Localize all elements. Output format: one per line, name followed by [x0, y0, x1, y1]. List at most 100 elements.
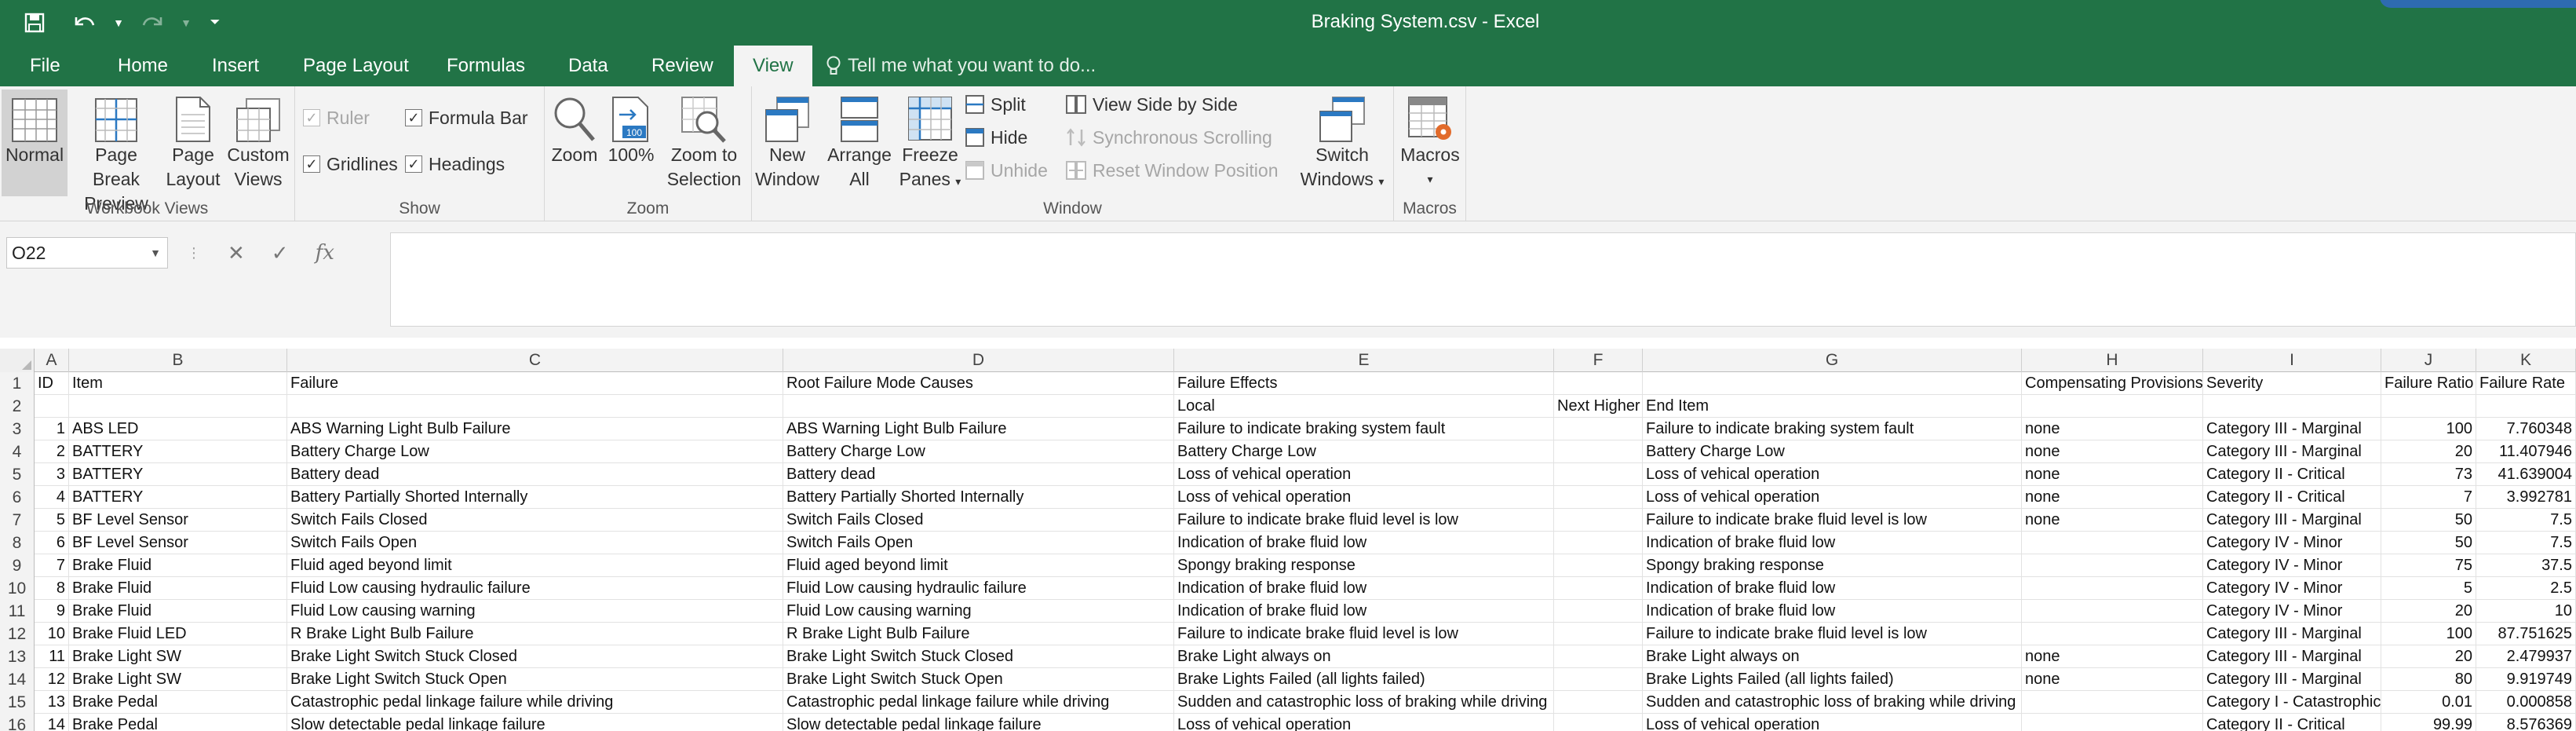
cell-f2[interactable]: Next Higher	[1554, 395, 1643, 418]
cell-a14[interactable]: 12	[35, 668, 69, 691]
cell-g6[interactable]: Loss of vehical operation	[1643, 486, 2022, 509]
macros-button[interactable]: Macros ▾	[1396, 90, 1465, 192]
headings-checkbox[interactable]: ✓ Headings	[405, 151, 505, 177]
formula-input[interactable]	[390, 232, 2576, 327]
cell-h6[interactable]: none	[2022, 486, 2203, 509]
cell-a13[interactable]: 11	[35, 645, 69, 668]
cell-i5[interactable]: Category II - Critical	[2203, 463, 2381, 486]
cell-i10[interactable]: Category IV - Minor	[2203, 577, 2381, 600]
row-header[interactable]: 3	[0, 418, 35, 440]
cell-c14[interactable]: Brake Light Switch Stuck Open	[287, 668, 783, 691]
cell-d9[interactable]: Fluid aged beyond limit	[783, 554, 1174, 577]
name-box-dropdown-icon[interactable]: ▼	[150, 238, 161, 268]
gridlines-checkbox[interactable]: ✓ Gridlines	[303, 151, 398, 177]
cell-k9[interactable]: 37.5	[2476, 554, 2576, 577]
cell-a5[interactable]: 3	[35, 463, 69, 486]
zoom-100-button[interactable]: 100 100%	[604, 90, 658, 167]
cell-c13[interactable]: Brake Light Switch Stuck Closed	[287, 645, 783, 668]
tab-page-layout[interactable]: Page Layout	[303, 46, 409, 86]
cell-f1[interactable]	[1554, 372, 1643, 395]
cell-j14[interactable]: 80	[2381, 668, 2476, 691]
cell-j15[interactable]: 0.01	[2381, 691, 2476, 714]
cell-g5[interactable]: Loss of vehical operation	[1643, 463, 2022, 486]
account-area[interactable]	[2380, 0, 2576, 8]
cell-i3[interactable]: Category III - Marginal	[2203, 418, 2381, 440]
row-header[interactable]: 5	[0, 463, 35, 486]
cell-f7[interactable]	[1554, 509, 1643, 532]
column-header-g[interactable]: G	[1643, 349, 2022, 372]
cell-a4[interactable]: 2	[35, 440, 69, 463]
cell-b5[interactable]: BATTERY	[69, 463, 287, 486]
row-header[interactable]: 15	[0, 691, 35, 714]
custom-views-button[interactable]: Custom Views	[223, 90, 294, 192]
cell-e6[interactable]: Loss of vehical operation	[1174, 486, 1554, 509]
cell-g12[interactable]: Failure to indicate brake fluid level is…	[1643, 623, 2022, 645]
cell-j3[interactable]: 100	[2381, 418, 2476, 440]
cell-f8[interactable]	[1554, 532, 1643, 554]
cell-i13[interactable]: Category III - Marginal	[2203, 645, 2381, 668]
cell-j10[interactable]: 5	[2381, 577, 2476, 600]
normal-view-button[interactable]: Normal	[2, 90, 68, 196]
cell-g7[interactable]: Failure to indicate brake fluid level is…	[1643, 509, 2022, 532]
column-header-e[interactable]: E	[1174, 349, 1554, 372]
formula-bar-checkbox[interactable]: ✓ Formula Bar	[405, 104, 528, 131]
cell-d15[interactable]: Catastrophic pedal linkage failure while…	[783, 691, 1174, 714]
cell-a6[interactable]: 4	[35, 486, 69, 509]
cell-b13[interactable]: Brake Light SW	[69, 645, 287, 668]
row-header[interactable]: 13	[0, 645, 35, 668]
cell-h10[interactable]	[2022, 577, 2203, 600]
cell-d11[interactable]: Fluid Low causing warning	[783, 600, 1174, 623]
cell-c7[interactable]: Switch Fails Closed	[287, 509, 783, 532]
cell-h12[interactable]	[2022, 623, 2203, 645]
cell-b7[interactable]: BF Level Sensor	[69, 509, 287, 532]
cell-b14[interactable]: Brake Light SW	[69, 668, 287, 691]
cell-a3[interactable]: 1	[35, 418, 69, 440]
cell-f9[interactable]	[1554, 554, 1643, 577]
cell-h3[interactable]: none	[2022, 418, 2203, 440]
cell-f6[interactable]	[1554, 486, 1643, 509]
cell-k4[interactable]: 11.407946	[2476, 440, 2576, 463]
column-header-c[interactable]: C	[287, 349, 783, 372]
column-header-b[interactable]: B	[69, 349, 287, 372]
page-break-preview-button[interactable]: Page Break Preview	[69, 90, 163, 216]
cell-c6[interactable]: Battery Partially Shorted Internally	[287, 486, 783, 509]
cell-f4[interactable]	[1554, 440, 1643, 463]
arrange-all-button[interactable]: Arrange All	[824, 90, 895, 192]
tab-file[interactable]: File	[30, 46, 60, 86]
column-header-h[interactable]: H	[2022, 349, 2203, 372]
cell-b3[interactable]: ABS LED	[69, 418, 287, 440]
cell-g9[interactable]: Spongy braking response	[1643, 554, 2022, 577]
split-button[interactable]: Split	[965, 91, 1026, 118]
cell-k6[interactable]: 3.992781	[2476, 486, 2576, 509]
cell-f10[interactable]	[1554, 577, 1643, 600]
cell-k2[interactable]	[2476, 395, 2576, 418]
cell-e8[interactable]: Indication of brake fluid low	[1174, 532, 1554, 554]
column-header-j[interactable]: J	[2381, 349, 2476, 372]
cell-c12[interactable]: R Brake Light Bulb Failure	[287, 623, 783, 645]
cell-h2[interactable]	[2022, 395, 2203, 418]
cell-k8[interactable]: 7.5	[2476, 532, 2576, 554]
cell-a7[interactable]: 5	[35, 509, 69, 532]
cell-e2[interactable]: Local	[1174, 395, 1554, 418]
cell-d6[interactable]: Battery Partially Shorted Internally	[783, 486, 1174, 509]
select-all-corner[interactable]	[0, 349, 35, 372]
cell-j6[interactable]: 7	[2381, 486, 2476, 509]
cell-d14[interactable]: Brake Light Switch Stuck Open	[783, 668, 1174, 691]
cell-j1[interactable]: Failure Ratio	[2381, 372, 2476, 395]
cell-k12[interactable]: 87.751625	[2476, 623, 2576, 645]
cell-d7[interactable]: Switch Fails Closed	[783, 509, 1174, 532]
cell-a8[interactable]: 6	[35, 532, 69, 554]
cell-h8[interactable]	[2022, 532, 2203, 554]
cell-a11[interactable]: 9	[35, 600, 69, 623]
cell-f14[interactable]	[1554, 668, 1643, 691]
synchronous-scrolling-button[interactable]: Synchronous Scrolling	[1066, 124, 1272, 151]
cell-i2[interactable]	[2203, 395, 2381, 418]
cell-j13[interactable]: 20	[2381, 645, 2476, 668]
row-header[interactable]: 7	[0, 509, 35, 532]
column-header-k[interactable]: K	[2476, 349, 2576, 372]
row-header[interactable]: 1	[0, 372, 35, 395]
freeze-panes-button[interactable]: Freeze Panes ▾	[896, 90, 964, 194]
cell-j5[interactable]: 73	[2381, 463, 2476, 486]
tab-home[interactable]: Home	[118, 46, 168, 86]
cell-e14[interactable]: Brake Lights Failed (all lights failed)	[1174, 668, 1554, 691]
